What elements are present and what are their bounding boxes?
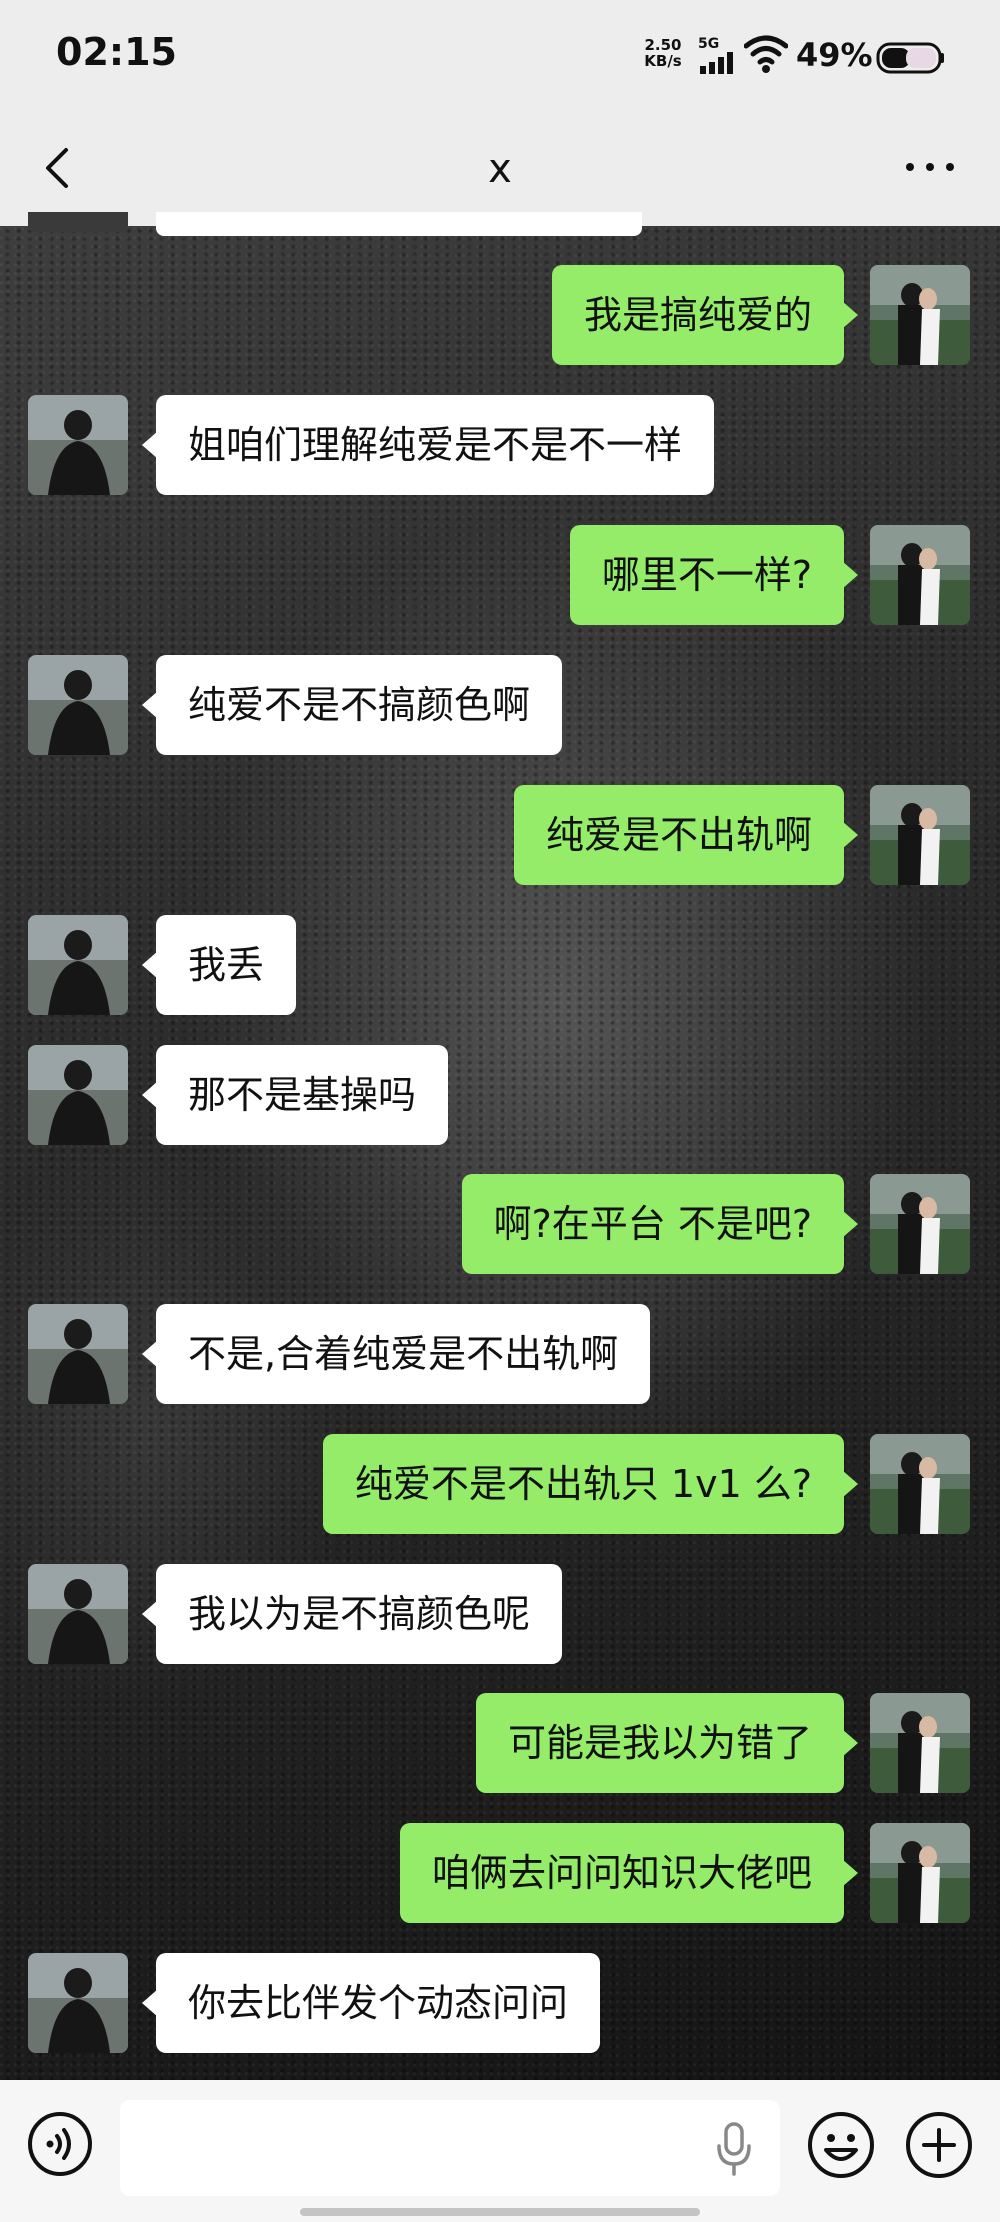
chat-header: x: [0, 112, 1000, 226]
contact-avatar[interactable]: [28, 1953, 128, 2053]
contact-avatar[interactable]: [28, 1045, 128, 1145]
message-bubble-partial[interactable]: [156, 212, 642, 236]
net-speed-unit: KB/s: [644, 52, 682, 70]
status-bar: 02:15 2.50 KB/s 5G 49%: [0, 0, 1000, 112]
battery-percent: 49%: [796, 36, 873, 74]
input-bar: [0, 2080, 1000, 2222]
my-avatar[interactable]: [870, 265, 970, 365]
message-row: 我是搞纯爱的: [0, 265, 1000, 365]
net-speed-value: 2.50: [644, 36, 682, 54]
wifi-icon: [744, 35, 788, 73]
home-indicator[interactable]: [300, 2208, 700, 2216]
chat-title: x: [488, 146, 512, 192]
net-speed: 2.50 KB/s: [640, 37, 686, 69]
message-bubble[interactable]: 纯爱是不出轨啊: [513, 785, 859, 885]
message-bubble[interactable]: 姐咱们理解纯爱是不是不一样: [141, 395, 715, 495]
message-bubble[interactable]: 不是,合着纯爱是不出轨啊: [141, 1304, 651, 1404]
my-avatar[interactable]: [870, 785, 970, 885]
message-row: 那不是基操吗: [0, 1045, 1000, 1145]
voice-icon[interactable]: [26, 2110, 94, 2178]
status-time: 02:15: [56, 30, 177, 74]
message-bubble[interactable]: 纯爱不是不出轨只 1v1 么?: [322, 1434, 859, 1534]
message-bubble[interactable]: 咱俩去问问知识大佬吧: [399, 1823, 859, 1923]
message-row: 你去比伴发个动态问问: [0, 1953, 1000, 2053]
contact-avatar[interactable]: [28, 1564, 128, 1664]
contact-avatar[interactable]: [28, 915, 128, 1015]
message-row: 可能是我以为错了: [0, 1693, 1000, 1793]
emoji-icon[interactable]: [806, 2110, 876, 2180]
avatar[interactable]: [28, 212, 128, 232]
chat-background: [0, 226, 1000, 2080]
my-avatar[interactable]: [870, 1434, 970, 1534]
my-avatar[interactable]: [870, 1693, 970, 1793]
battery-icon: [876, 42, 944, 74]
message-bubble[interactable]: 我丢: [141, 915, 297, 1015]
network-type: 5G: [698, 36, 720, 52]
more-dots-icon[interactable]: [900, 152, 960, 182]
my-avatar[interactable]: [870, 1174, 970, 1274]
contact-avatar[interactable]: [28, 395, 128, 495]
signal-icon: [700, 52, 733, 74]
message-bubble[interactable]: 啊?在平台 不是吧?: [461, 1174, 859, 1274]
message-row: 咱俩去问问知识大佬吧: [0, 1823, 1000, 1923]
message-bubble[interactable]: 可能是我以为错了: [475, 1693, 859, 1793]
message-bubble[interactable]: 我是搞纯爱的: [551, 265, 859, 365]
message-bubble[interactable]: 我以为是不搞颜色呢: [141, 1564, 563, 1664]
message-row: 我丢: [0, 915, 1000, 1015]
contact-avatar[interactable]: [28, 655, 128, 755]
message-bubble[interactable]: 纯爱不是不搞颜色啊: [141, 655, 563, 755]
microphone-icon[interactable]: [714, 2120, 754, 2178]
message-row: 不是,合着纯爱是不出轨啊: [0, 1304, 1000, 1404]
plus-icon[interactable]: [904, 2110, 974, 2180]
message-input[interactable]: [120, 2100, 780, 2196]
message-bubble[interactable]: 哪里不一样?: [569, 525, 859, 625]
message-row: 纯爱不是不搞颜色啊: [0, 655, 1000, 755]
my-avatar[interactable]: [870, 525, 970, 625]
message-bubble[interactable]: 你去比伴发个动态问问: [141, 1953, 601, 2053]
message-row: 我以为是不搞颜色呢: [0, 1564, 1000, 1664]
message-row: 啊?在平台 不是吧?: [0, 1174, 1000, 1274]
message-row: 姐咱们理解纯爱是不是不一样: [0, 395, 1000, 495]
message-row: 哪里不一样?: [0, 525, 1000, 625]
message-row: 纯爱不是不出轨只 1v1 么?: [0, 1434, 1000, 1534]
message-bubble[interactable]: 那不是基操吗: [141, 1045, 449, 1145]
my-avatar[interactable]: [870, 1823, 970, 1923]
message-row: 纯爱是不出轨啊: [0, 785, 1000, 885]
contact-avatar[interactable]: [28, 1304, 128, 1404]
